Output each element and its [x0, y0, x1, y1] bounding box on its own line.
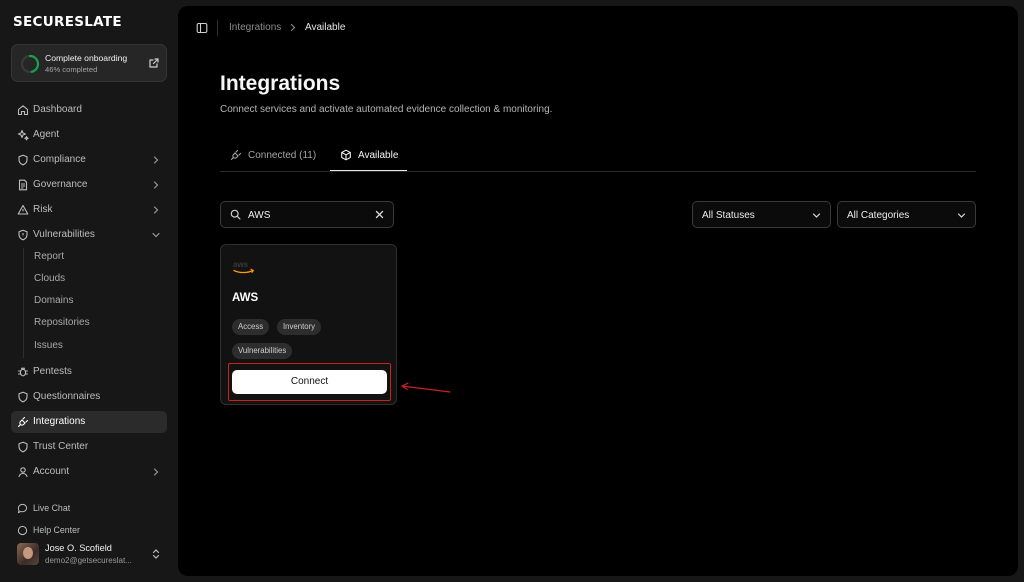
shield-alert-icon [18, 229, 28, 241]
chat-icon [17, 503, 28, 514]
chevron-right-icon [290, 23, 296, 32]
sidebar-item-risk[interactable]: Risk [11, 199, 167, 221]
external-link-icon[interactable] [148, 57, 160, 69]
sidebar-item-label: Integrations [33, 416, 86, 427]
sidebar-item-account[interactable]: Account [11, 461, 167, 483]
clear-search-icon[interactable] [375, 210, 384, 219]
user-menu[interactable]: Jose O. Scofield demo2@getsecureslat... [11, 540, 167, 570]
chevron-right-icon [153, 206, 159, 214]
sidebar-toggle-icon[interactable] [196, 22, 208, 34]
tag-badge: Inventory [277, 319, 322, 335]
help-icon [17, 525, 28, 536]
aws-logo: aws [233, 260, 255, 274]
sidebar-item-compliance[interactable]: Compliance [11, 149, 167, 171]
chevron-down-icon [957, 213, 966, 218]
tag-badge: Vulnerabilities [232, 343, 293, 359]
tab-available[interactable]: Available [330, 146, 407, 172]
help-center-link[interactable]: Help Center [11, 522, 167, 540]
sidebar-item-pentests[interactable]: Pentests [11, 361, 167, 383]
connect-button[interactable]: Connect [232, 370, 387, 394]
user-icon [18, 467, 28, 478]
sidebar-subitem-report[interactable]: Report [34, 251, 64, 267]
chevron-up-down-icon [152, 549, 160, 559]
tab-connected[interactable]: Connected (11) [220, 146, 324, 172]
sidebar-item-label: Vulnerabilities [33, 229, 95, 240]
sidebar-item-questionnaires[interactable]: Questionnaires [11, 386, 167, 408]
plug-icon [230, 149, 242, 161]
sidebar-item-label: Agent [33, 129, 60, 140]
sidebar-item-trust-center[interactable]: Trust Center [11, 436, 167, 458]
chevron-right-icon [153, 468, 159, 476]
card-title: AWS [232, 292, 259, 304]
plug-icon [17, 416, 29, 428]
sidebar: SECURESLATE Complete onboarding 46% comp… [0, 0, 178, 582]
sidebar-item-label: Compliance [33, 154, 86, 165]
search-icon [230, 209, 241, 220]
tag-badge: Access [232, 319, 270, 335]
sidebar-item-agent[interactable]: Agent [11, 124, 167, 146]
svg-text:aws: aws [233, 260, 249, 269]
onboarding-progress: 46% completed [45, 65, 98, 74]
sidebar-subitem-clouds[interactable]: Clouds [34, 273, 65, 289]
user-name: Jose O. Scofield [45, 543, 112, 553]
sidebar-item-label: Pentests [33, 366, 72, 377]
tab-label: Available [358, 150, 399, 161]
live-chat-label: Live Chat [33, 503, 71, 513]
breadcrumb-parent[interactable]: Integrations [229, 22, 281, 33]
sparkles-icon [17, 129, 29, 141]
sidebar-item-label: Questionnaires [33, 391, 101, 402]
warning-icon [17, 204, 29, 215]
sidebar-item-integrations[interactable]: Integrations [11, 411, 167, 433]
integration-card-aws: aws AWS Access Inventory Vulnerabilities… [220, 244, 397, 405]
shield-check-icon [18, 391, 28, 403]
box-icon [341, 149, 351, 161]
home-icon [17, 105, 29, 116]
help-center-label: Help Center [33, 525, 80, 535]
shield-outline-icon [18, 441, 28, 453]
live-chat-link[interactable]: Live Chat [11, 500, 167, 518]
breadcrumb-divider [217, 20, 218, 36]
search-input[interactable] [248, 207, 368, 223]
sidebar-item-label: Trust Center [33, 441, 89, 452]
chevron-down-icon [152, 232, 160, 238]
sidebar-item-label: Governance [33, 179, 88, 190]
sidebar-subitem-issues[interactable]: Issues [34, 340, 63, 356]
app-logo[interactable]: SECURESLATE [13, 14, 122, 30]
search-box[interactable] [220, 201, 394, 228]
sidebar-item-vulnerabilities[interactable]: Vulnerabilities [11, 224, 167, 246]
sidebar-item-label: Risk [33, 204, 53, 215]
page-subtitle: Connect services and activate automated … [220, 104, 553, 115]
main-panel: Integrations Available Integrations Conn… [178, 6, 1018, 576]
breadcrumb-current: Available [305, 22, 346, 33]
category-filter-value: All Categories [847, 210, 910, 221]
chevron-down-icon [812, 213, 821, 218]
sidebar-item-dashboard[interactable]: Dashboard [11, 99, 167, 121]
progress-ring-icon [20, 54, 40, 74]
tabs-divider [220, 171, 976, 172]
status-filter-select[interactable]: All Statuses [692, 201, 831, 228]
pointer-arrow-annotation [401, 382, 451, 393]
sidebar-item-label: Account [33, 466, 70, 477]
chevron-right-icon [153, 156, 159, 164]
sidebar-subitem-domains[interactable]: Domains [34, 295, 73, 311]
document-icon [18, 179, 28, 191]
chevron-right-icon [153, 181, 159, 189]
sidebar-item-label: Dashboard [33, 104, 82, 115]
avatar [17, 543, 39, 565]
user-email: demo2@getsecureslat... [45, 556, 132, 565]
status-filter-value: All Statuses [702, 210, 755, 221]
sidebar-item-governance[interactable]: Governance [11, 174, 167, 196]
category-filter-select[interactable]: All Categories [837, 201, 976, 228]
bug-icon [17, 367, 29, 377]
tab-label: Connected (11) [248, 150, 317, 161]
submenu-guide-line [23, 248, 24, 358]
page-title: Integrations [220, 72, 341, 95]
onboarding-title: Complete onboarding [45, 53, 128, 63]
shield-icon [18, 154, 28, 166]
onboarding-card[interactable]: Complete onboarding 46% completed [11, 44, 167, 82]
sidebar-subitem-repositories[interactable]: Repositories [34, 317, 90, 333]
